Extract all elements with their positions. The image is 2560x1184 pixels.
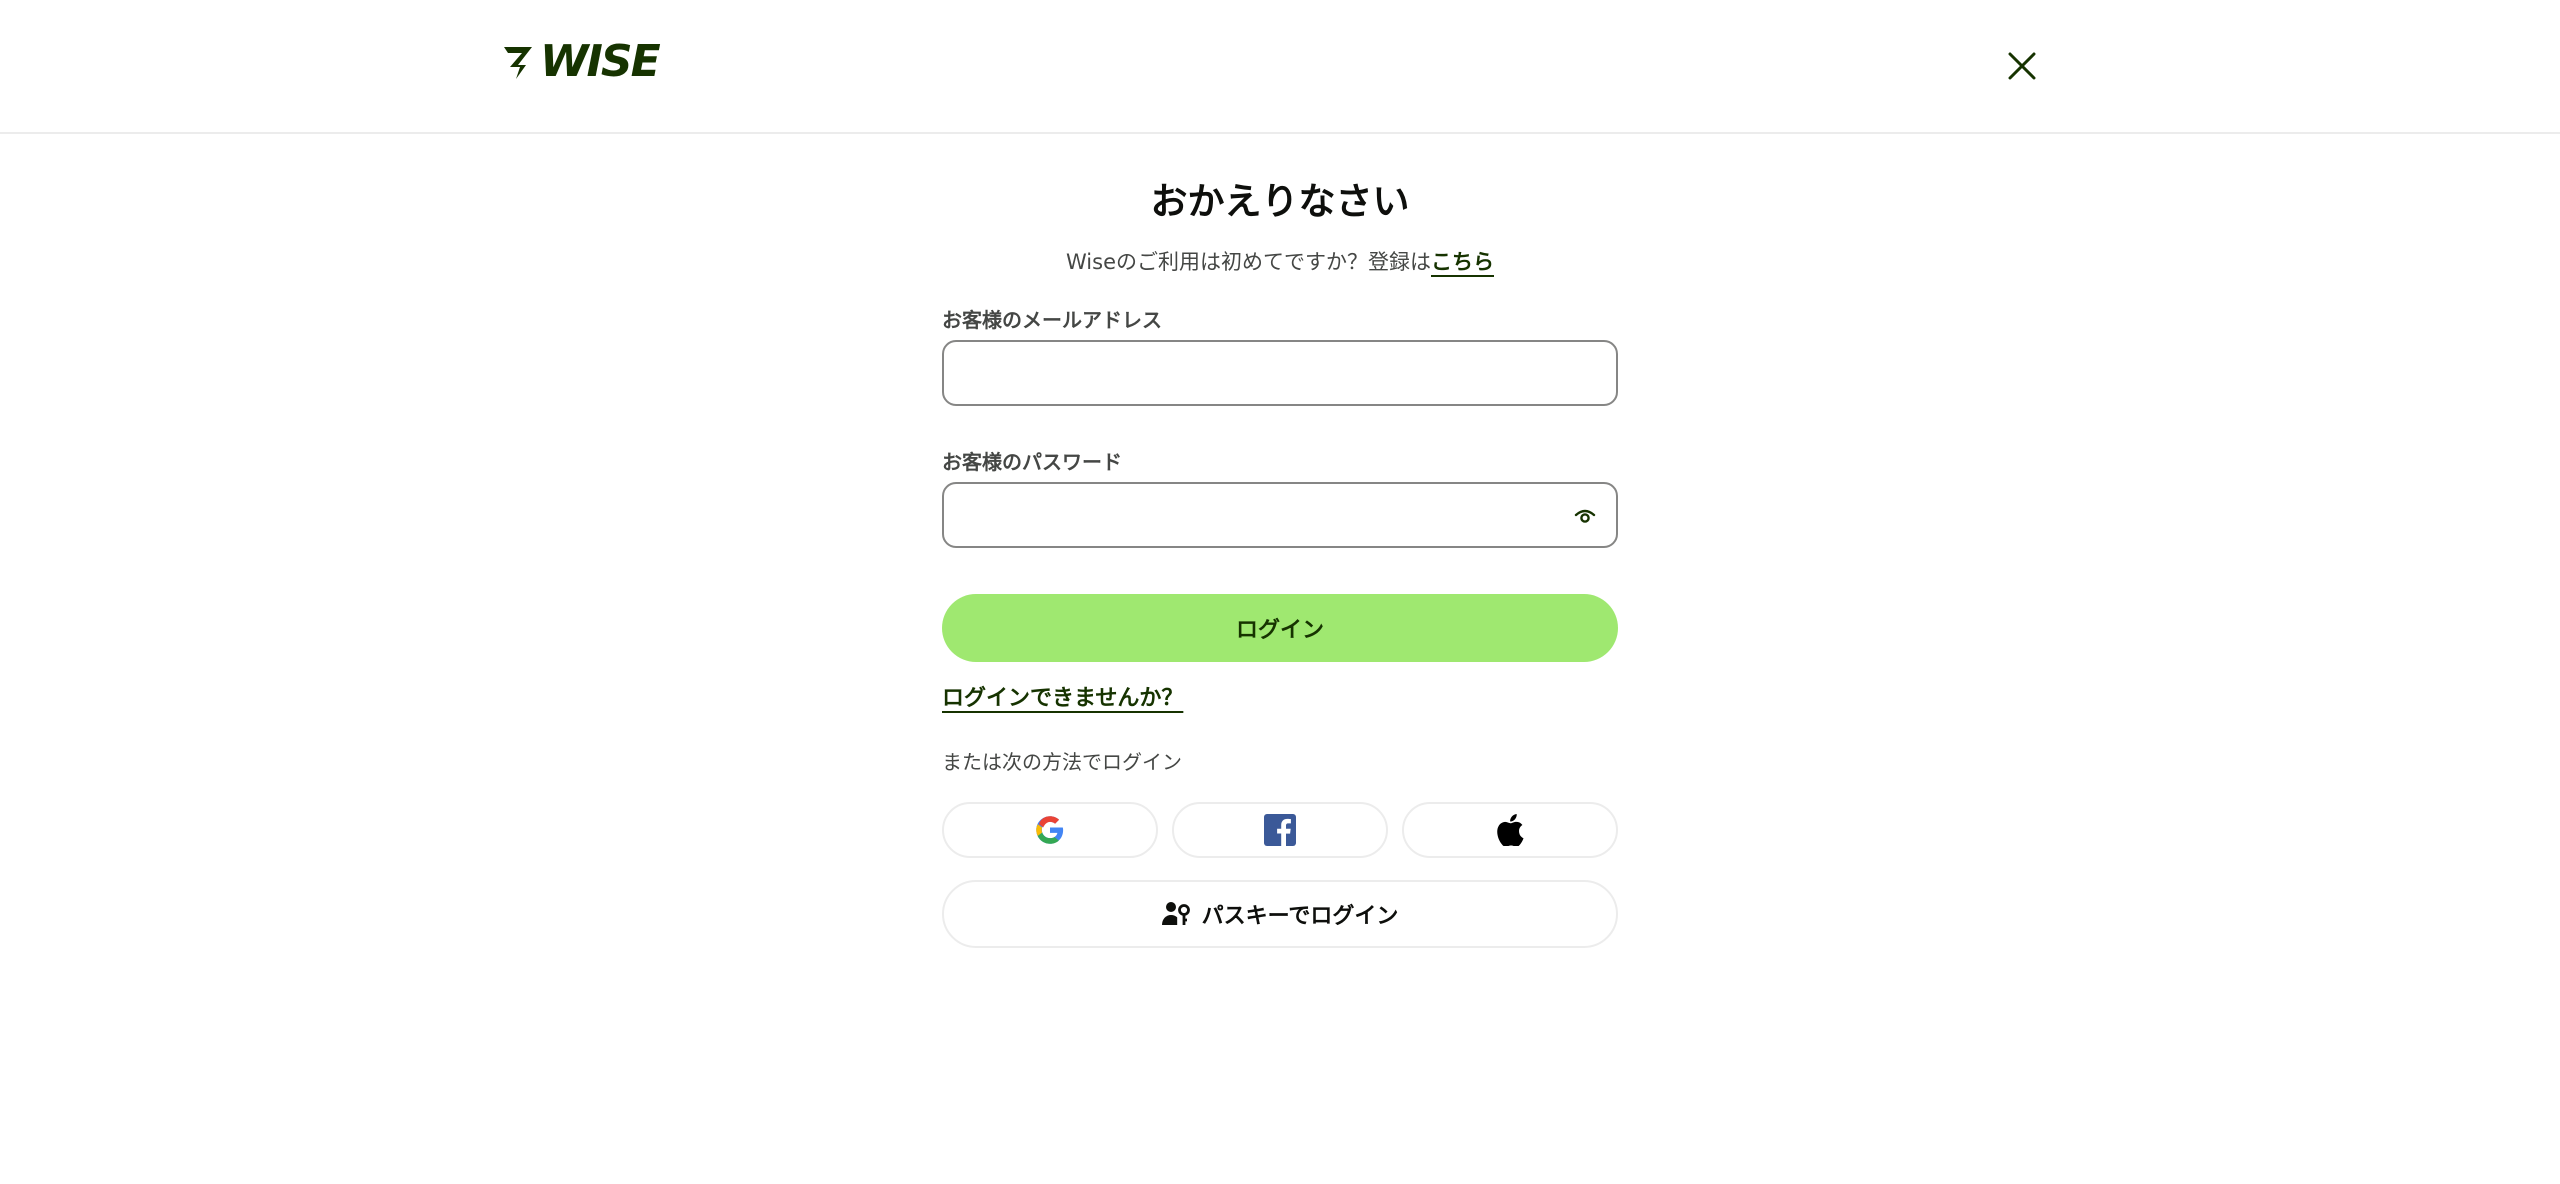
show-password-button[interactable] (1570, 501, 1600, 531)
wise-logo[interactable]: WISE (502, 36, 661, 87)
passkey-login-button[interactable]: パスキーでログイン (942, 880, 1618, 948)
logo-wordmark: WISE (540, 36, 661, 87)
trouble-login-link[interactable]: ログインできませんか？ (942, 682, 1183, 716)
email-field-box (942, 340, 1618, 406)
apple-login-button[interactable] (1402, 802, 1618, 858)
page-title: おかえりなさい (1150, 180, 1410, 223)
top-bar: WISE (0, 0, 2560, 134)
password-input[interactable] (944, 484, 1616, 546)
close-button[interactable] (2000, 44, 2044, 88)
apple-icon (1497, 814, 1524, 846)
password-label: お客様のパスワード (942, 450, 1122, 474)
google-login-button[interactable] (942, 802, 1158, 858)
google-icon (1036, 816, 1064, 844)
login-button[interactable]: ログイン (942, 594, 1618, 662)
facebook-login-button[interactable] (1172, 802, 1388, 858)
wise-flag-icon (504, 47, 532, 79)
alt-login-label: または次の方法でログイン (942, 750, 1182, 774)
social-login-row (942, 802, 1618, 858)
eye-icon (1574, 509, 1596, 523)
email-label: お客様のメールアドレス (942, 308, 1162, 332)
email-input[interactable] (944, 342, 1616, 404)
passkey-icon (1161, 902, 1190, 925)
close-icon (2008, 52, 2036, 80)
passkey-button-label: パスキーでログイン (1201, 904, 1399, 929)
password-field-box (942, 482, 1618, 548)
signup-prompt-text: Wiseのご利用は初めてですか？登録は (1066, 250, 1431, 274)
signup-link[interactable]: こちら (1431, 250, 1494, 274)
signup-prompt: Wiseのご利用は初めてですか？登録はこちら (942, 246, 1618, 278)
facebook-icon (1264, 814, 1296, 846)
